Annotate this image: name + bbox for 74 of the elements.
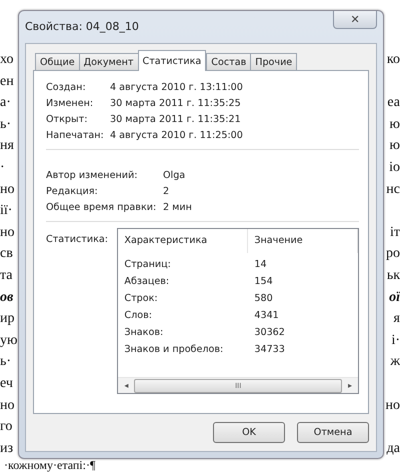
document-text: ь·: [0, 116, 12, 134]
table-cell-text: 154: [253, 275, 274, 289]
document-text: ії·: [0, 202, 12, 220]
document-text: ·кожному·етапі:·¶: [3, 459, 96, 472]
table-cell-text: 14: [253, 258, 268, 272]
table-cell-text: Абзацев:: [123, 275, 170, 289]
field-label: Общее время правки:: [46, 201, 158, 215]
column-header[interactable]: Характеристика: [118, 229, 248, 253]
document-text: да: [386, 440, 400, 458]
tab[interactable]: Состав: [206, 53, 252, 71]
ok-button[interactable]: OK: [213, 422, 285, 443]
document-text: ж: [390, 353, 400, 372]
table-cell-text: Знаков:: [123, 326, 164, 340]
table-cell-text: 34733: [253, 343, 286, 357]
field-label: Редакция:: [46, 185, 99, 199]
table-cell-text: Слов:: [123, 309, 153, 323]
field-value: 4 августа 2010 г. 13:11:00: [110, 81, 244, 95]
field-value: 30 марта 2011 г. 11:35:21: [110, 113, 242, 127]
document-text: из: [0, 440, 14, 458]
document-text: іо: [389, 158, 400, 177]
tab[interactable]: Прочие: [250, 53, 298, 71]
table-cell-text: Знаков и пробелов:: [123, 343, 224, 357]
field-label: Изменен:: [46, 97, 94, 111]
document-text: ·: [0, 158, 5, 177]
document-text: ен: [0, 72, 14, 91]
field-label: Автор изменений:: [46, 169, 138, 183]
table-cell-text: 580: [253, 292, 274, 306]
document-text: ро: [386, 245, 400, 264]
cancel-button[interactable]: Отмена: [297, 422, 369, 443]
document-text: і·: [391, 332, 400, 350]
document-text: ю: [390, 116, 400, 134]
document-text: ьк: [386, 266, 400, 285]
field-value: Olga: [163, 169, 186, 183]
scroll-right-arrow[interactable]: ▸: [342, 381, 358, 390]
document-text: ь·: [0, 353, 12, 372]
document-text: ня: [0, 137, 14, 156]
document-text: св: [0, 245, 13, 264]
document-text: еа: [387, 94, 400, 112]
field-value: 2 мин: [163, 201, 193, 215]
document-text: но: [0, 396, 14, 414]
document-text: ов: [0, 288, 14, 307]
document-text: та: [0, 266, 13, 285]
field-label: Напечатан:: [46, 129, 105, 143]
field-value: 2: [163, 185, 170, 199]
scroll-left-arrow[interactable]: ◂: [118, 381, 134, 390]
document-text: ир: [0, 310, 14, 328]
document-text: а·: [0, 94, 11, 112]
document-text: но: [386, 396, 400, 414]
document-text: нс: [386, 180, 400, 199]
tab[interactable]: Документ: [78, 53, 138, 71]
document-text: но: [0, 180, 14, 199]
document-text: но: [0, 224, 14, 242]
table-cell-text: Страниц:: [123, 258, 172, 272]
document-text: хо: [0, 51, 14, 69]
close-button[interactable]: ✕: [333, 11, 377, 29]
document-text: я: [394, 310, 400, 328]
tab[interactable]: Общие: [35, 53, 80, 71]
document-text: іт: [390, 224, 400, 242]
document-text: ко: [386, 51, 400, 69]
table-cell-text: Строк:: [123, 292, 159, 306]
column-header[interactable]: Значение: [248, 229, 358, 253]
document-text: го: [0, 418, 12, 436]
field-label: Открыт:: [46, 113, 88, 127]
table-cell-text: 30362: [253, 326, 286, 340]
field-value: 4 августа 2010 г. 11:25:00: [110, 129, 244, 143]
window-title: Свойства: 04_08_10: [25, 20, 139, 33]
field-label: Создан:: [46, 81, 87, 95]
field-value: 30 марта 2011 г. 11:35:25: [110, 97, 242, 111]
document-text: ую: [0, 332, 18, 350]
statistics-label: Статистика:: [46, 233, 109, 247]
table-cell-text: 4341: [253, 309, 280, 323]
document-text: еч: [0, 374, 13, 393]
tab[interactable]: Статистика: [138, 50, 206, 71]
document-text: ю: [390, 137, 400, 156]
